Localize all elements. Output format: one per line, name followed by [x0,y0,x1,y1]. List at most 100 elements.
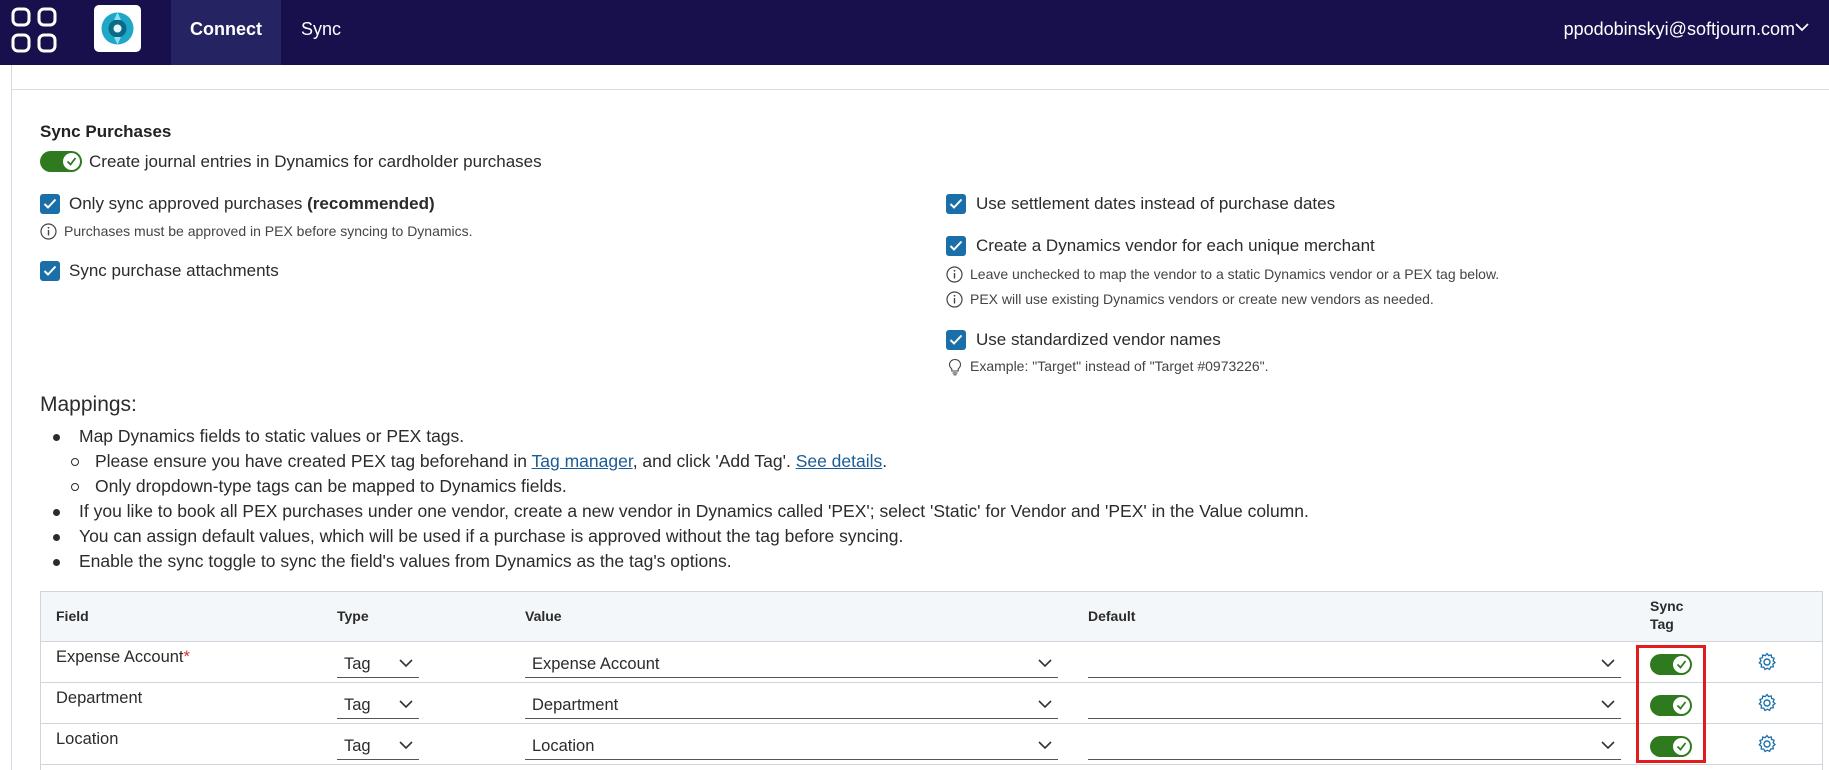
check-icon [66,157,77,166]
field-label: Expense Account [56,648,184,666]
create-journal-entries-label: Create journal entries in Dynamics for c… [89,152,542,171]
list-item: Enable the sync toggle to sync the field… [53,551,732,572]
sync-attachments-label: Sync purchase attachments [69,261,279,280]
info-icon [40,223,57,240]
value-select[interactable]: Location [525,732,1058,760]
sync-tag-highlight-box [1636,645,1706,763]
header-field: Field [56,608,89,624]
tab-connect[interactable]: Connect [171,0,281,65]
chevron-down-icon [1038,659,1052,668]
gear-icon[interactable] [1757,693,1777,713]
header-sync-tag-line1: Sync [1650,598,1684,614]
sync-attachments-checkbox[interactable] [40,261,60,281]
list-item: Only dropdown-type tags can be mapped to… [71,476,567,497]
type-select[interactable]: Tag [337,650,419,678]
checkmark-icon [43,265,57,276]
field-name: Location [56,730,118,749]
header-value: Value [525,608,562,624]
table-row: Location Tag Location [41,724,1822,765]
standardized-names-label: Use standardized vendor names [976,330,1221,349]
recommended-tag: (recommended) [307,194,435,213]
see-details-link[interactable]: See details [796,451,883,471]
field-label: Department [56,689,143,707]
bullet-text: , and click 'Add Tag'. [632,451,796,471]
chevron-down-icon[interactable] [1795,23,1809,32]
create-vendor-checkbox[interactable] [946,236,966,256]
vendor-hint-2: PEX will use existing Dynamics vendors o… [970,291,1434,307]
header-type: Type [337,608,369,624]
list-item: Map Dynamics fields to static values or … [53,426,464,447]
list-item: Please ensure you have created PEX tag b… [71,451,887,472]
user-email: ppodobinskyi@softjourn.com [1563,19,1795,39]
info-icon [946,266,963,283]
field-name: Department [56,689,142,708]
page-left-border [11,65,12,770]
gear-icon[interactable] [1757,734,1777,754]
vendor-hint-1: Leave unchecked to map the vendor to a s… [970,266,1500,282]
field-label: Location [56,730,119,748]
sync-purchases-title: Sync Purchases [40,122,172,141]
value-select-value: Location [532,737,595,755]
chevron-down-icon [1038,741,1052,750]
mappings-title: Mappings: [40,393,137,416]
chevron-down-icon [1601,741,1615,750]
type-select[interactable]: Tag [337,732,419,760]
top-nav: Connect Sync ppodobinskyi@softjourn.com [0,0,1829,65]
create-vendor-label: Create a Dynamics vendor for each unique… [976,236,1375,255]
settlement-dates-checkbox[interactable] [946,194,966,214]
default-select[interactable] [1088,691,1621,719]
value-select-value: Department [532,696,619,714]
chevron-down-icon [399,659,413,668]
standardized-names-checkbox[interactable] [946,330,966,350]
only-approved-label: Only sync approved purchases (recommende… [69,194,435,214]
type-select[interactable]: Tag [337,691,419,719]
table-header: Field Type Value Default Sync Tag [41,592,1822,642]
chevron-down-icon [1601,700,1615,709]
header-sync-tag-line2: Tag [1650,616,1674,632]
bullet-text: Only dropdown-type tags can be mapped to… [95,476,567,496]
checkmark-icon [949,198,963,209]
default-select[interactable] [1088,650,1621,678]
checkmark-icon [949,240,963,251]
create-journal-entries-toggle[interactable] [40,151,82,172]
dynamics-connector-logo-icon[interactable] [94,5,141,52]
bullet-text: Please ensure you have created PEX tag b… [95,451,532,471]
app-launcher-icon[interactable] [10,6,60,56]
only-approved-text: Only sync approved purchases [69,194,303,213]
bullet-text: You can assign default values, which wil… [79,526,904,546]
type-select-value: Tag [344,655,371,673]
value-select[interactable]: Department [525,691,1058,719]
default-select[interactable] [1088,732,1621,760]
type-select-value: Tag [344,737,371,755]
checkmark-icon [43,198,57,209]
field-name: Expense Account* [56,648,190,667]
chevron-down-icon [1601,659,1615,668]
lightbulb-icon [948,358,962,376]
tag-manager-link[interactable]: Tag manager [532,451,633,471]
chevron-down-icon [1038,700,1052,709]
checkmark-icon [949,334,963,345]
settlement-dates-label: Use settlement dates instead of purchase… [976,194,1336,213]
bullet-text: . [882,451,888,471]
list-item: If you like to book all PEX purchases un… [53,501,1309,522]
gear-icon[interactable] [1757,652,1777,672]
bullet-text: Map Dynamics fields to static values or … [79,426,465,446]
approved-hint: Purchases must be approved in PEX before… [64,223,473,239]
section-divider [11,89,1829,90]
type-select-value: Tag [344,696,371,714]
only-approved-checkbox[interactable] [40,194,60,214]
chevron-down-icon [399,700,413,709]
header-default: Default [1088,608,1136,624]
list-item: You can assign default values, which wil… [53,526,903,547]
chevron-down-icon [399,741,413,750]
tab-sync[interactable]: Sync [301,0,341,65]
mappings-table: Field Type Value Default Sync Tag Expens… [40,591,1823,770]
required-marker: * [183,648,190,666]
user-menu[interactable]: ppodobinskyi@softjourn.com [1564,0,1795,58]
bullet-text: If you like to book all PEX purchases un… [79,501,1309,521]
table-row: Expense Account* Tag Expense Account [41,642,1822,683]
value-select[interactable]: Expense Account [525,650,1058,678]
info-icon [946,291,963,308]
value-select-value: Expense Account [532,655,660,673]
table-row: Department Tag Department [41,683,1822,724]
